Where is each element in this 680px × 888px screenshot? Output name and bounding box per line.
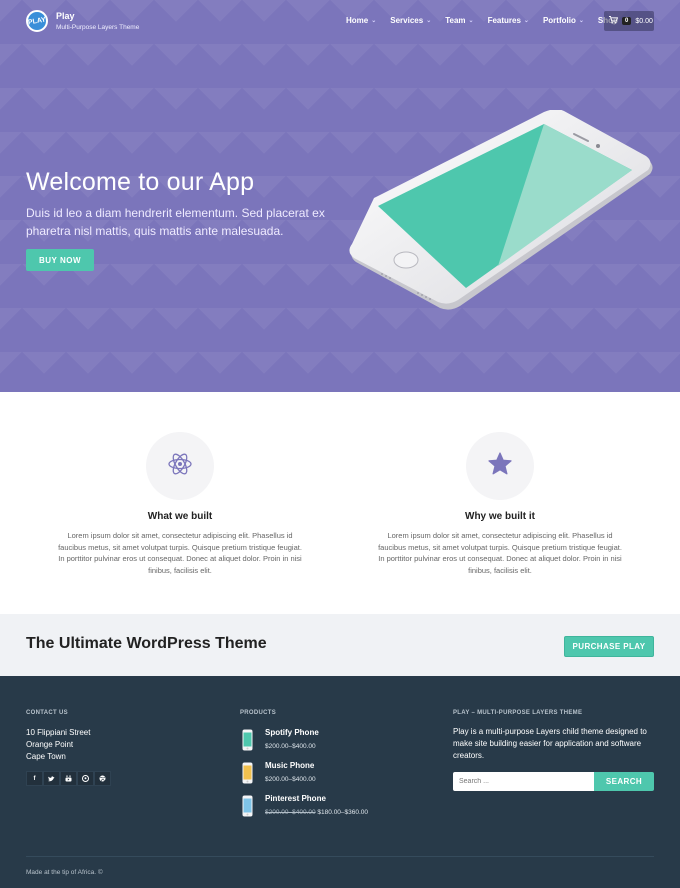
cart-total: $0.00 bbox=[635, 17, 653, 25]
feature-why-we-built-it: Why we built it Lorem ipsum dolor sit am… bbox=[375, 432, 625, 576]
purchase-play-button[interactable]: PURCHASE PLAY bbox=[564, 636, 654, 657]
hero-title: Welcome to our App bbox=[26, 168, 255, 196]
nav-item-services[interactable]: Services ⌄ bbox=[390, 16, 431, 25]
address-line: Orange Point bbox=[26, 740, 74, 749]
nav-item-team[interactable]: Team ⌄ bbox=[445, 16, 473, 25]
hero-section: PLAY Play Multi-Purpose Layers Theme Hom… bbox=[0, 0, 680, 392]
logo-text: PLAY bbox=[27, 15, 47, 27]
star-icon bbox=[487, 451, 513, 482]
buy-now-button[interactable]: BUY NOW bbox=[26, 249, 94, 271]
chevron-down-icon: ⌄ bbox=[578, 18, 584, 24]
address-line: Cape Town bbox=[26, 752, 66, 761]
youtube-icon[interactable] bbox=[60, 771, 77, 786]
product-name[interactable]: Music Phone bbox=[265, 761, 316, 770]
product-item[interactable]: Pinterest Phone $200.00–$400.00 $180.00–… bbox=[240, 794, 368, 818]
phone-thumbnail bbox=[240, 794, 254, 818]
nav-item-portfolio[interactable]: Portfolio ⌄ bbox=[543, 16, 584, 25]
footer-products-heading: PRODUCTS bbox=[240, 710, 277, 716]
feature-title: What we built bbox=[147, 511, 213, 522]
feature-icon-circle bbox=[146, 432, 214, 500]
old-price: $200.00–$400.00 bbox=[265, 809, 316, 816]
product-name[interactable]: Spotify Phone bbox=[265, 728, 319, 737]
chevron-down-icon: ⌄ bbox=[371, 18, 377, 24]
feature-text: Lorem ipsum dolor sit amet, consectetur … bbox=[378, 531, 622, 575]
product-item[interactable]: Spotify Phone $200.00–$400.00 bbox=[240, 728, 319, 752]
site-tagline: Multi-Purpose Layers Theme bbox=[56, 24, 140, 31]
cart-count: 0 bbox=[622, 17, 632, 25]
atom-icon bbox=[167, 451, 193, 482]
nav-label: Services bbox=[390, 16, 424, 25]
chevron-down-icon: ⌄ bbox=[468, 18, 474, 24]
footer-divider bbox=[26, 856, 654, 857]
product-price: $200.00–$400.00 $180.00–$360.00 bbox=[265, 809, 368, 816]
twitter-icon[interactable] bbox=[43, 771, 60, 786]
footer-about-heading: PLAY – MULTI-PURPOSE LAYERS THEME bbox=[453, 710, 583, 716]
hero-subtitle: Duis id leo a diam hendrerit elementum. … bbox=[26, 206, 325, 238]
social-links: f bbox=[26, 771, 111, 786]
feature-icon-circle bbox=[466, 432, 534, 500]
address-line: 10 Flippiani Street bbox=[26, 728, 91, 737]
feature-what-we-built: What we built Lorem ipsum dolor sit amet… bbox=[55, 432, 305, 576]
pinterest-icon[interactable] bbox=[77, 771, 94, 786]
cart-button[interactable]: 0 $0.00 bbox=[604, 11, 654, 31]
nav-label: Team bbox=[445, 16, 466, 25]
site-footer: CONTACT US 10 Flippiani Street Orange Po… bbox=[0, 676, 680, 888]
chevron-down-icon: ⌄ bbox=[426, 18, 432, 24]
phone-image bbox=[348, 109, 658, 320]
main-nav: Home ⌄ Services ⌄ Team ⌄ Features ⌄ Portfoli… bbox=[346, 16, 640, 25]
cart-icon bbox=[609, 16, 619, 26]
nav-label: Home bbox=[346, 16, 369, 25]
about-text: Play is a multi-purpose Layers child the… bbox=[453, 727, 647, 760]
phone-thumbnail bbox=[240, 728, 254, 752]
chevron-down-icon: ⌄ bbox=[523, 18, 529, 24]
nav-label: Features bbox=[487, 16, 521, 25]
footer-contact-heading: CONTACT US bbox=[26, 710, 68, 716]
facebook-icon[interactable]: f bbox=[26, 771, 43, 786]
nav-label: Portfolio bbox=[542, 16, 576, 25]
phone-thumbnail bbox=[240, 761, 254, 785]
sale-price: $180.00–$360.00 bbox=[317, 809, 369, 816]
product-item[interactable]: Music Phone $200.00–$400.00 bbox=[240, 761, 316, 785]
copyright-text: Made at the tip of Africa. © bbox=[26, 869, 103, 876]
feature-title: Why we built it bbox=[465, 511, 535, 522]
cta-title: The Ultimate WordPress Theme bbox=[26, 635, 267, 652]
product-name[interactable]: Pinterest Phone bbox=[265, 794, 368, 803]
product-price: $200.00–$400.00 bbox=[265, 743, 316, 750]
feature-text: Lorem ipsum dolor sit amet, consectetur … bbox=[58, 531, 302, 575]
nav-item-home[interactable]: Home ⌄ bbox=[346, 16, 376, 25]
dribbble-icon[interactable] bbox=[94, 771, 111, 786]
site-logo[interactable]: PLAY bbox=[26, 10, 48, 32]
features-section: What we built Lorem ipsum dolor sit amet… bbox=[0, 392, 680, 614]
search-button[interactable]: SEARCH bbox=[594, 772, 654, 791]
site-title[interactable]: Play bbox=[56, 11, 75, 21]
product-price: $200.00–$400.00 bbox=[265, 776, 316, 783]
search-input[interactable] bbox=[453, 772, 594, 791]
nav-item-features[interactable]: Features ⌄ bbox=[488, 16, 529, 25]
site-header: PLAY Play Multi-Purpose Layers Theme Hom… bbox=[0, 0, 680, 44]
